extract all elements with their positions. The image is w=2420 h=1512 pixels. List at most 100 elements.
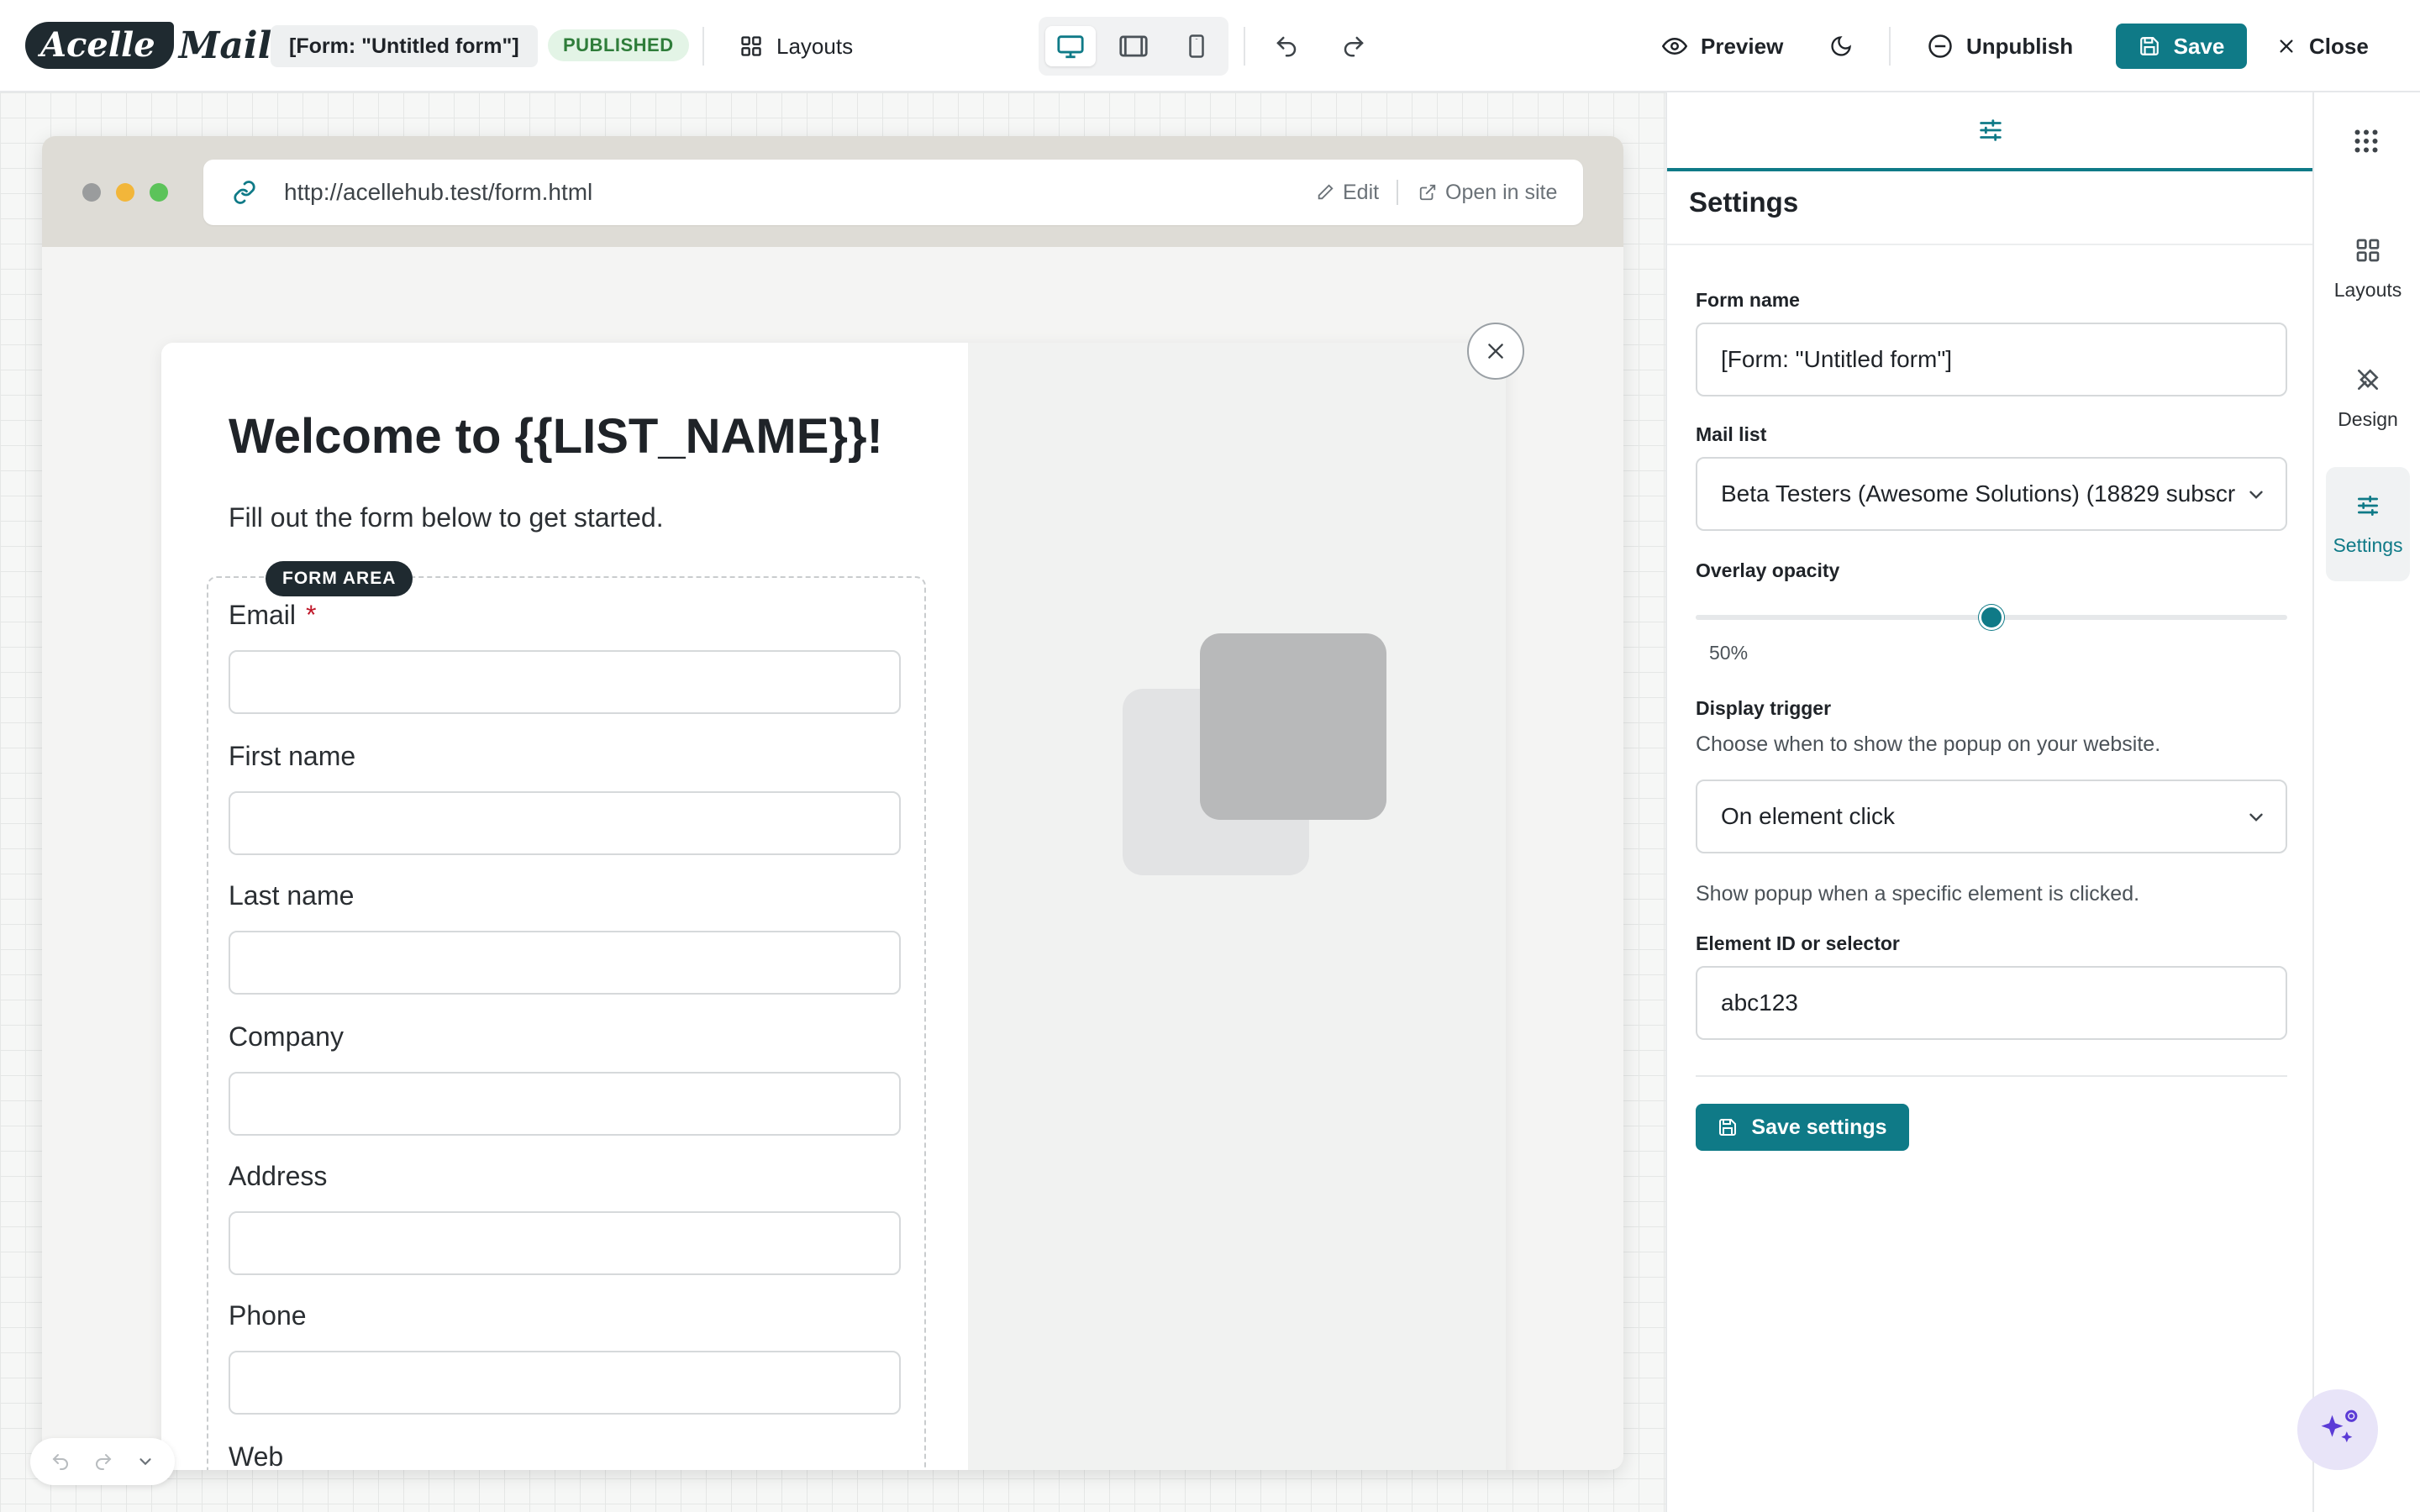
minus-circle-icon bbox=[1928, 34, 1953, 59]
selector-label: Element ID or selector bbox=[1696, 932, 1900, 954]
display-trigger-value: On element click bbox=[1721, 803, 1895, 829]
overlay-opacity-value: 50% bbox=[1709, 642, 1749, 664]
divider bbox=[1667, 244, 2314, 245]
moon-icon bbox=[1829, 34, 1853, 58]
settings-panel: Settings Form name [Form: "Untitled form… bbox=[1665, 92, 2314, 1512]
browser-frame: http://acellehub.test/form.html Edit Ope… bbox=[42, 136, 1623, 1470]
phone-field[interactable] bbox=[229, 1351, 901, 1415]
save-settings-button[interactable]: Save settings bbox=[1696, 1104, 1909, 1151]
undo-icon bbox=[1274, 34, 1299, 59]
device-switcher bbox=[1039, 17, 1228, 76]
form-area-badge: FORM AREA bbox=[266, 561, 413, 596]
form-name-input[interactable]: [Form: "Untitled form"] bbox=[1696, 323, 2287, 396]
save-button[interactable]: Save bbox=[2116, 24, 2247, 69]
pencil-icon bbox=[1316, 183, 1334, 202]
form-name-label: Form name bbox=[1696, 289, 1800, 311]
mail-list-select[interactable]: Beta Testers (Awesome Solutions) (18829 … bbox=[1696, 457, 2287, 531]
preview-button[interactable]: Preview bbox=[1662, 25, 1783, 67]
required-marker: * bbox=[306, 600, 317, 630]
field-label-last-name: Last name bbox=[229, 880, 355, 911]
top-bar: Acelle Mail [Form: "Untitled form"] PUBL… bbox=[0, 0, 2420, 92]
sparkles-icon bbox=[2316, 1408, 2360, 1452]
close-label: Close bbox=[2309, 33, 2369, 59]
rail-label-settings: Settings bbox=[2333, 533, 2403, 556]
divider bbox=[1696, 1075, 2287, 1077]
form-name-chip[interactable]: [Form: "Untitled form"] bbox=[271, 25, 538, 67]
close-button[interactable]: Close bbox=[2277, 25, 2369, 67]
first-name-field[interactable] bbox=[229, 791, 901, 855]
divider bbox=[702, 27, 704, 66]
save-icon bbox=[1718, 1117, 1738, 1137]
slider-thumb[interactable] bbox=[1979, 605, 2004, 630]
popup-form: Welcome to {{LIST_NAME}}! Fill out the f… bbox=[161, 343, 1506, 1470]
field-label-web: Web bbox=[229, 1441, 284, 1470]
chevron-down-icon bbox=[2245, 484, 2267, 506]
email-field[interactable] bbox=[229, 650, 901, 714]
company-field[interactable] bbox=[229, 1072, 901, 1136]
rail-item-layouts[interactable]: Layouts bbox=[2326, 212, 2410, 326]
layouts-button[interactable]: Layouts bbox=[739, 25, 853, 67]
panel-title: Settings bbox=[1689, 186, 1799, 218]
dark-mode-toggle[interactable] bbox=[1820, 25, 1862, 67]
layouts-icon bbox=[739, 34, 763, 58]
address-field[interactable] bbox=[229, 1211, 901, 1275]
open-in-site-label: Open in site bbox=[1445, 180, 1558, 204]
selector-input[interactable]: abc123 bbox=[1696, 966, 2287, 1040]
external-link-icon bbox=[1418, 183, 1437, 202]
mobile-view-button[interactable] bbox=[1171, 26, 1222, 66]
popup-title[interactable]: Welcome to {{LIST_NAME}}! bbox=[229, 408, 883, 465]
rail-item-design[interactable]: Design bbox=[2326, 341, 2410, 455]
window-dot-yellow bbox=[116, 183, 134, 202]
undo-icon[interactable] bbox=[50, 1452, 71, 1472]
popup-subtitle[interactable]: Fill out the form below to get started. bbox=[229, 502, 664, 533]
eye-icon bbox=[1662, 34, 1687, 59]
edit-url-button[interactable]: Edit bbox=[1316, 160, 1379, 225]
preview-label: Preview bbox=[1701, 33, 1784, 59]
url-text: http://acellehub.test/form.html bbox=[284, 179, 593, 205]
apps-grid-icon[interactable] bbox=[2351, 126, 2381, 156]
field-label-company: Company bbox=[229, 1021, 344, 1052]
undo-button[interactable] bbox=[1265, 25, 1307, 67]
tab-settings[interactable] bbox=[1667, 92, 2314, 171]
desktop-icon bbox=[1056, 32, 1085, 60]
rail-item-settings[interactable]: Settings bbox=[2326, 467, 2410, 581]
field-label-email: Email * bbox=[229, 600, 317, 630]
mail-list-value: Beta Testers (Awesome Solutions) (18829 … bbox=[1721, 480, 2236, 507]
save-label: Save bbox=[2173, 33, 2225, 59]
last-name-field[interactable] bbox=[229, 931, 901, 995]
settings-sliders-icon bbox=[2354, 492, 2381, 519]
chevron-down-icon bbox=[2245, 806, 2267, 828]
window-dot-gray bbox=[82, 183, 101, 202]
overlay-opacity-slider[interactable] bbox=[1696, 605, 2287, 630]
tablet-view-button[interactable] bbox=[1108, 26, 1159, 66]
app-logo[interactable]: Acelle Mail bbox=[25, 18, 271, 72]
settings-sliders-icon bbox=[1976, 116, 2005, 144]
field-label-phone: Phone bbox=[229, 1300, 307, 1331]
rail-label-layouts: Layouts bbox=[2333, 278, 2402, 301]
field-label-first-name: First name bbox=[229, 741, 356, 771]
design-icon bbox=[2354, 366, 2381, 393]
panel-tab-bar bbox=[1667, 92, 2314, 171]
ai-assistant-button[interactable] bbox=[2297, 1389, 2378, 1470]
link-icon bbox=[230, 180, 259, 205]
desktop-view-button[interactable] bbox=[1045, 26, 1096, 66]
popup-image-area[interactable] bbox=[968, 343, 1506, 1470]
redo-icon[interactable] bbox=[93, 1452, 113, 1472]
divider bbox=[1889, 27, 1891, 66]
popup-close-button[interactable] bbox=[1467, 323, 1524, 380]
logo-badge: Acelle bbox=[25, 22, 174, 69]
unpublish-button[interactable]: Unpublish bbox=[1928, 25, 2073, 67]
image-placeholder-front bbox=[1200, 633, 1386, 820]
browser-chrome: http://acellehub.test/form.html Edit Ope… bbox=[42, 136, 1623, 247]
slider-fill bbox=[1696, 615, 1991, 620]
field-label-address: Address bbox=[229, 1161, 328, 1191]
editor-canvas: http://acellehub.test/form.html Edit Ope… bbox=[0, 92, 1665, 1512]
open-in-site-link[interactable]: Open in site bbox=[1418, 160, 1557, 225]
redo-button[interactable] bbox=[1333, 25, 1375, 67]
edit-label: Edit bbox=[1343, 180, 1380, 204]
chevron-down-icon[interactable] bbox=[136, 1452, 155, 1471]
display-trigger-select[interactable]: On element click bbox=[1696, 780, 2287, 853]
url-bar: http://acellehub.test/form.html Edit Ope… bbox=[203, 160, 1583, 225]
window-dot-green bbox=[150, 183, 168, 202]
layouts-icon bbox=[2354, 237, 2381, 264]
